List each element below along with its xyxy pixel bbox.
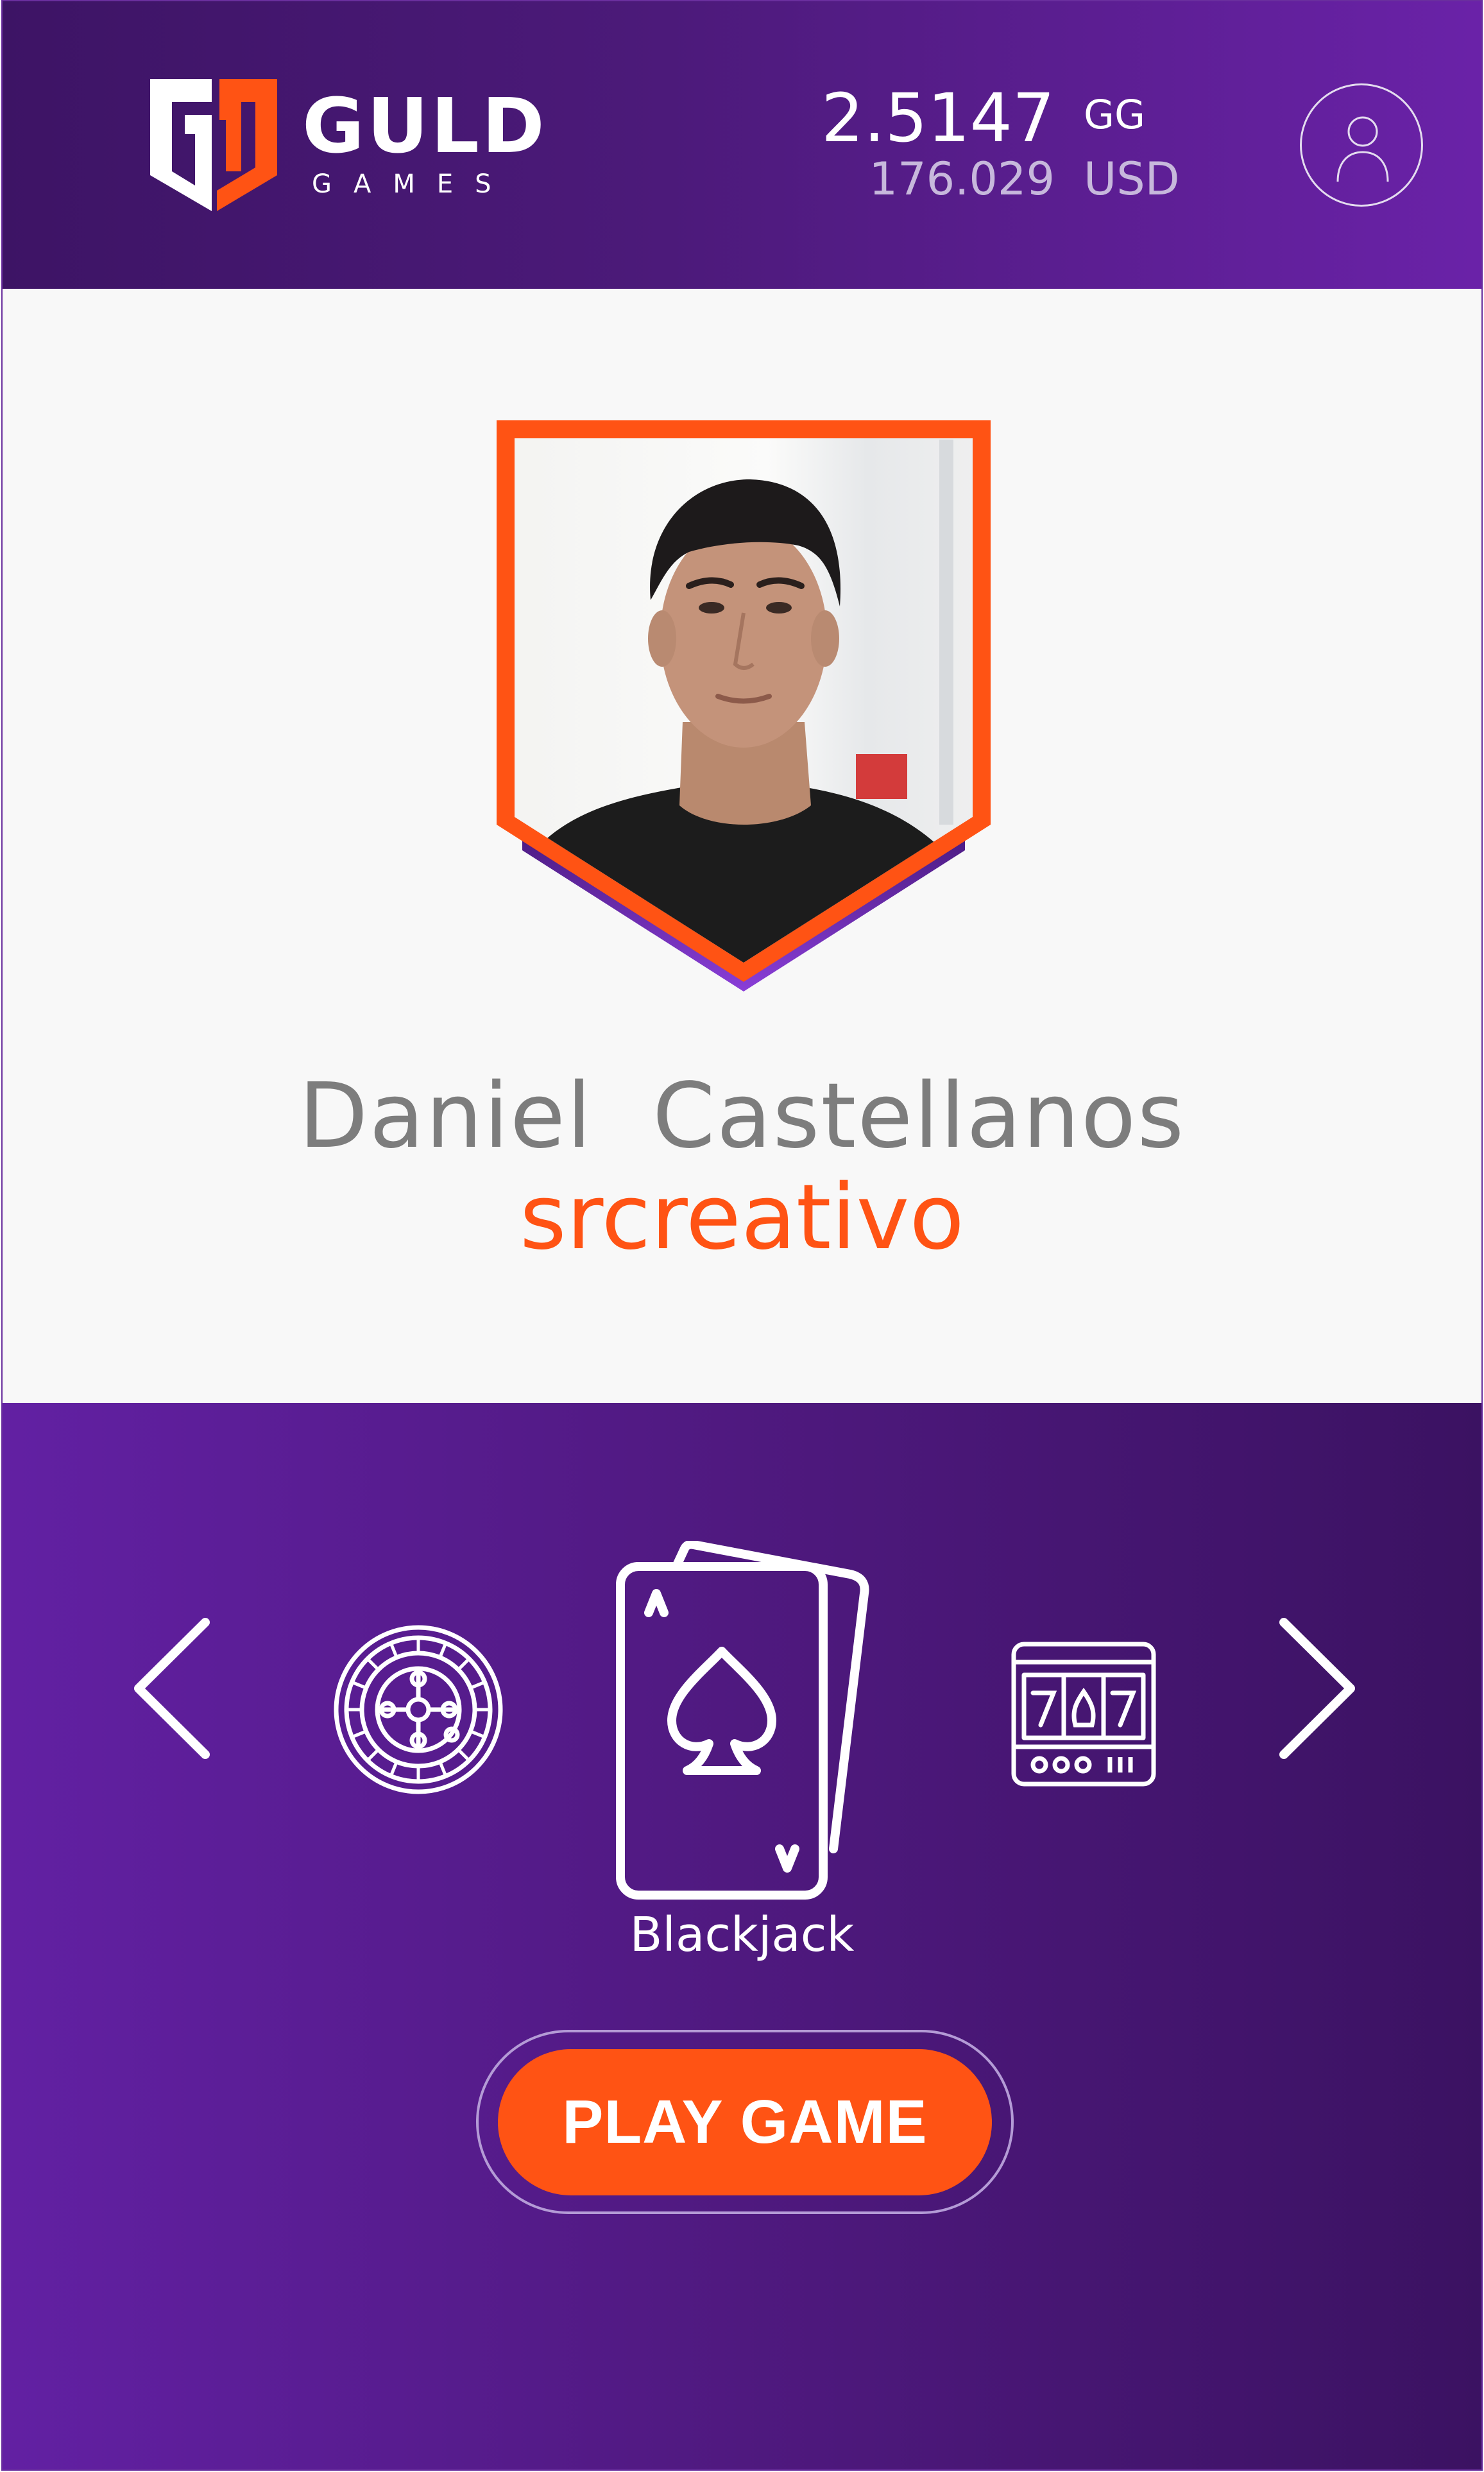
play-game-button[interactable]: PLAY GAME bbox=[498, 2049, 992, 2195]
play-button-outline: PLAY GAME bbox=[476, 2030, 1014, 2214]
logo-shield-icon bbox=[150, 79, 277, 211]
gg-balance-unit: GG bbox=[1084, 91, 1146, 138]
gg-balance-value: 2.5147 bbox=[821, 79, 1055, 157]
blackjack-cards-icon[interactable] bbox=[615, 1541, 872, 1900]
app-frame: GULD GAMES 2.5147 GG 176.029 USD Daniel … bbox=[1, 0, 1483, 2471]
user-icon bbox=[1336, 116, 1389, 182]
roulette-icon[interactable] bbox=[333, 1624, 504, 1795]
game-selector: Blackjack PLAY GAME bbox=[3, 1403, 1481, 2469]
chevron-right-icon[interactable] bbox=[1276, 1615, 1360, 1762]
selected-game-label: Blackjack bbox=[629, 1907, 855, 1962]
profile-full-name: Daniel Castellanos bbox=[298, 1064, 1186, 1169]
usd-balance-unit: USD bbox=[1084, 153, 1180, 205]
profile-card: Daniel Castellanos srcreativo bbox=[3, 289, 1481, 1403]
top-bar: GULD GAMES 2.5147 GG 176.029 USD bbox=[3, 1, 1481, 289]
chevron-left-icon[interactable] bbox=[130, 1615, 213, 1762]
profile-badge bbox=[497, 420, 991, 991]
logo-subtitle: GAMES bbox=[312, 169, 513, 199]
slot-machine-icon[interactable] bbox=[1010, 1640, 1157, 1788]
profile-button[interactable] bbox=[1300, 83, 1423, 207]
avatar bbox=[497, 420, 991, 991]
profile-username: srcreativo bbox=[519, 1165, 965, 1270]
logo-title: GULD bbox=[302, 82, 547, 170]
guld-games-logo[interactable]: GULD GAMES bbox=[145, 75, 568, 216]
usd-balance-value: 176.029 bbox=[869, 153, 1055, 205]
wallet-balance: 2.5147 GG 176.029 USD bbox=[817, 85, 1190, 213]
